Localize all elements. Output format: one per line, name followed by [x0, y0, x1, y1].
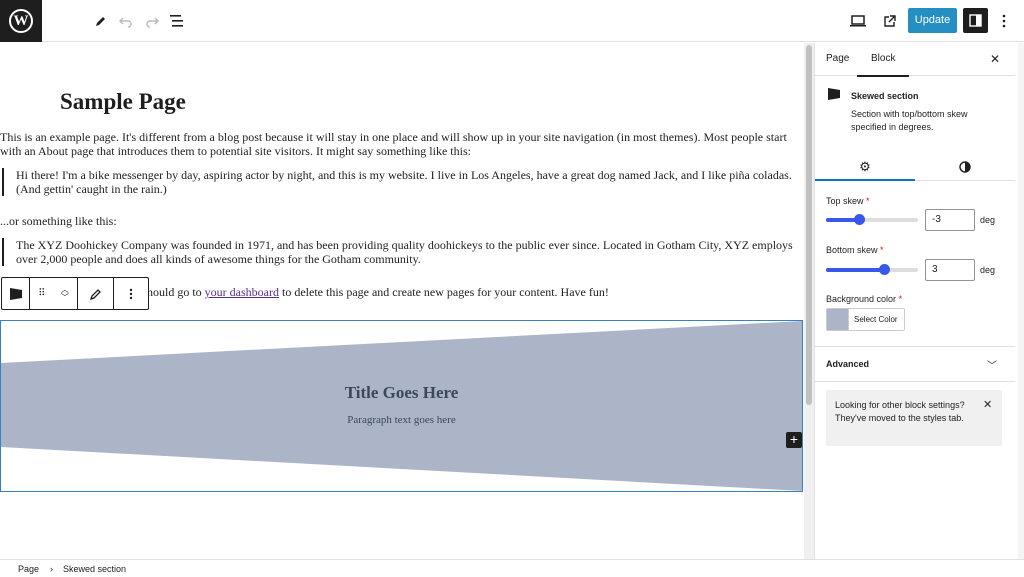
- tab-page[interactable]: Page: [826, 53, 849, 64]
- plus-icon: +: [789, 431, 799, 447]
- pen-icon: [96, 17, 105, 26]
- color-swatch: [827, 309, 849, 330]
- preview-button[interactable]: [846, 9, 870, 33]
- pencil-icon: [89, 288, 101, 300]
- dashboard-link[interactable]: your dashboard: [205, 285, 279, 299]
- more-vertical-icon: [129, 288, 133, 299]
- paragraph-block[interactable]: This is an example page. It's different …: [0, 130, 795, 158]
- paragraph-text: hould go to: [147, 285, 205, 299]
- tab-block[interactable]: Block: [856, 53, 911, 77]
- editor-canvas: Sample Page This is an example page. It'…: [0, 43, 803, 559]
- background-color-label: Background color *: [826, 294, 903, 304]
- gear-icon: ⚙: [859, 159, 871, 174]
- list-view-button[interactable]: [165, 9, 189, 33]
- advanced-panel-toggle[interactable]: Advanced ﹀: [815, 346, 1015, 382]
- chevron-down-icon: ﹀: [987, 361, 997, 372]
- styles-moved-notice: Looking for other block settings? They'v…: [826, 390, 1002, 446]
- flag-icon: [9, 287, 22, 300]
- settings-toggle-button[interactable]: [963, 8, 988, 33]
- contrast-icon: [959, 161, 971, 173]
- top-skew-input[interactable]: -3: [925, 209, 975, 231]
- flag-icon: [828, 88, 840, 100]
- canvas-scrollbar-thumb[interactable]: [806, 45, 812, 405]
- redo-button[interactable]: [140, 9, 164, 33]
- desktop-preview-icon: [850, 15, 866, 27]
- block-type-button[interactable]: [2, 278, 30, 309]
- paragraph-block[interactable]: ...or something like this:: [0, 214, 117, 228]
- block-name: Skewed section: [851, 91, 919, 101]
- skewed-background-shape: [1, 321, 802, 491]
- block-description: Section with top/bottom skew specified i…: [851, 109, 968, 132]
- skewed-section-block[interactable]: Title Goes Here Paragraph text goes here: [0, 320, 803, 492]
- bottom-skew-input[interactable]: 3: [925, 259, 975, 281]
- top-skew-label: Top skew *: [826, 196, 870, 206]
- list-view-icon: [170, 15, 183, 27]
- bottom-skew-unit: deg: [980, 265, 996, 275]
- wordpress-logo-button[interactable]: W: [0, 0, 42, 42]
- update-button[interactable]: Update: [908, 8, 957, 33]
- notice-text: Looking for other block settings? They'v…: [835, 400, 965, 423]
- close-sidebar-button[interactable]: ✕: [987, 51, 1003, 67]
- breadcrumb: Page › Skewed section: [0, 559, 1024, 577]
- block-toolbar: ⠿ ︿ ﹀: [1, 277, 149, 310]
- external-link-icon: [883, 14, 896, 27]
- section-title[interactable]: Title Goes Here: [1, 384, 802, 401]
- undo-icon: [119, 17, 132, 28]
- breadcrumb-current[interactable]: Skewed section: [63, 564, 126, 574]
- top-skew-slider[interactable]: [826, 214, 918, 225]
- top-skew-unit: deg: [980, 215, 996, 225]
- slider-thumb[interactable]: [878, 264, 890, 275]
- undo-button[interactable]: [114, 9, 138, 33]
- slider-fill: [826, 268, 884, 272]
- select-color-label: Select Color: [854, 315, 898, 324]
- editor-top-toolbar: W + Update: [0, 0, 1024, 42]
- sidebar-panel-icon: [969, 14, 982, 27]
- bottom-skew-slider[interactable]: [826, 264, 918, 275]
- options-menu-button[interactable]: [992, 9, 1016, 33]
- breadcrumb-page[interactable]: Page: [18, 564, 39, 574]
- sidebar-scrollbar[interactable]: [1018, 43, 1024, 559]
- sidebar-tabs: Page Block ✕: [815, 43, 1015, 77]
- inspector-sub-tabs: ⚙: [815, 151, 1015, 181]
- block-mover: ⠿ ︿ ﹀: [30, 278, 78, 309]
- tab-styles[interactable]: [915, 157, 1015, 177]
- bottom-skew-label: Bottom skew *: [826, 245, 884, 255]
- move-up-down-icon[interactable]: ︿ ﹀: [61, 285, 69, 302]
- slider-thumb[interactable]: [854, 214, 866, 225]
- close-icon: ✕: [989, 52, 1001, 66]
- quote-block[interactable]: The XYZ Doohickey Company was founded in…: [2, 238, 802, 266]
- tools-button[interactable]: [89, 9, 113, 33]
- block-options-button[interactable]: [114, 278, 148, 309]
- close-icon: ✕: [983, 399, 993, 411]
- block-inserter-button[interactable]: +: [786, 432, 802, 448]
- view-page-button[interactable]: [877, 9, 901, 33]
- breadcrumb-separator: ›: [50, 564, 53, 574]
- section-paragraph[interactable]: Paragraph text goes here: [1, 413, 802, 427]
- page-title[interactable]: Sample Page: [60, 89, 186, 115]
- redo-icon: [146, 17, 159, 28]
- more-vertical-icon: [1002, 14, 1006, 28]
- wordpress-logo-icon: W: [9, 9, 33, 33]
- paragraph-text: to delete this page and create new pages…: [279, 285, 609, 299]
- quote-block[interactable]: Hi there! I'm a bike messenger by day, a…: [2, 168, 802, 196]
- paragraph-block[interactable]: hould go to your dashboard to delete thi…: [147, 285, 609, 299]
- advanced-label: Advanced: [826, 359, 870, 369]
- dismiss-notice-button[interactable]: ✕: [983, 398, 992, 411]
- drag-handle-icon[interactable]: ⠿: [38, 287, 45, 301]
- settings-sidebar: Page Block ✕ Skewed section Section with…: [814, 43, 1024, 559]
- tab-settings[interactable]: ⚙: [815, 157, 915, 181]
- edit-block-button[interactable]: [78, 278, 114, 309]
- select-color-button[interactable]: Select Color: [826, 308, 905, 331]
